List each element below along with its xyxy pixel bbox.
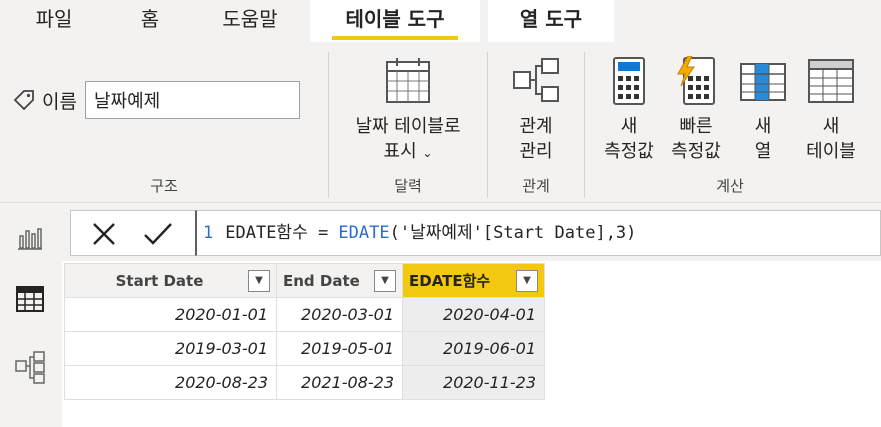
quick-measure-icon	[677, 56, 715, 105]
tab-help[interactable]: 도움말	[200, 0, 300, 42]
new-table-label: 새	[822, 116, 840, 137]
filter-dropdown-icon[interactable]: ▼	[374, 269, 396, 292]
calculator-icon	[613, 57, 645, 105]
formula-commit-controls	[70, 210, 195, 256]
new-column-button[interactable]: 새 열	[735, 56, 791, 164]
group-label-calculations: 계산	[716, 177, 744, 195]
manage-relationships-label: 관계	[519, 116, 553, 137]
cell-start-date[interactable]: 2019-03-01	[64, 331, 277, 366]
report-view-button[interactable]	[12, 219, 48, 255]
new-measure-label: 새	[620, 116, 638, 137]
ribbon: 이름 구조 날짜 테이블로 표시 ⌄ 달력	[0, 42, 881, 203]
table-row: 2020-08-23 2021-08-23 2020-11-23	[64, 365, 545, 400]
active-tab-indicator	[332, 36, 458, 40]
tab-home[interactable]: 홈	[120, 0, 180, 42]
new-table-label-2: 테이블	[806, 141, 856, 162]
manage-relationships-label-2: 관리	[519, 141, 553, 162]
new-measure-button[interactable]: 새 측정값	[597, 56, 661, 164]
tab-table-tools[interactable]: 테이블 도구	[310, 0, 480, 42]
mark-as-date-table-label-2: 표시 ⌄	[383, 141, 433, 162]
formula-line-number: 1	[203, 223, 214, 243]
new-measure-label-2: 측정값	[604, 141, 654, 162]
calendar-icon	[386, 58, 430, 103]
table-row: 2020-01-01 2020-03-01 2020-04-01	[64, 297, 545, 332]
column-header-start-date[interactable]: Start Date ▼	[64, 263, 277, 298]
formula-bar: 1 EDATE함수 = EDATE('날짜예제'[Start Date],3)	[62, 203, 881, 261]
new-column-icon	[740, 63, 786, 101]
model-view-icon	[15, 351, 45, 384]
model-view-button[interactable]	[12, 349, 48, 385]
column-header-label: End Date	[283, 271, 360, 290]
manage-relationships-button[interactable]: 관계 관리	[496, 56, 576, 164]
column-header-label: EDATE함수	[409, 272, 491, 290]
new-table-button[interactable]: 새 테이블	[797, 56, 865, 164]
view-rail	[0, 203, 62, 427]
name-row: 이름	[12, 80, 300, 120]
new-column-label: 새	[754, 116, 772, 137]
tab-table-tools-label: 테이블 도구	[345, 7, 445, 31]
mark-as-date-table-label: 날짜 테이블로	[355, 116, 461, 137]
filter-dropdown-icon[interactable]: ▼	[516, 269, 538, 292]
name-label: 이름	[42, 90, 77, 113]
new-column-label-2: 열	[754, 141, 772, 162]
group-calculations: 새 측정값 빠른 측정값 새 열 새 테이블 계산	[585, 50, 875, 200]
cell-end-date[interactable]: 2020-03-01	[276, 297, 403, 332]
quick-measure-label: 빠른	[679, 116, 713, 137]
header-row: Start Date ▼ End Date ▼ EDATE함수 ▼	[64, 263, 545, 298]
cell-start-date[interactable]: 2020-01-01	[64, 297, 277, 332]
formula-input[interactable]: 1 EDATE함수 = EDATE('날짜예제'[Start Date],3)	[195, 210, 881, 256]
close-icon[interactable]	[91, 221, 117, 247]
cell-edate[interactable]: 2020-04-01	[402, 297, 545, 332]
filter-dropdown-icon[interactable]: ▼	[248, 269, 270, 292]
data-view-button[interactable]	[12, 281, 48, 317]
quick-measure-button[interactable]: 빠른 측정값	[663, 56, 729, 164]
tag-icon	[13, 90, 34, 111]
data-grid-area: Start Date ▼ End Date ▼ EDATE함수 ▼ 2020-01-0…	[62, 261, 881, 427]
table-grid-icon	[16, 286, 44, 312]
quick-measure-label-2: 측정값	[671, 141, 721, 162]
group-label-structure: 구조	[150, 177, 178, 195]
ribbon-tabs: 파일 홈 도움말 테이블 도구 열 도구	[0, 0, 881, 44]
group-label-calendar: 달력	[394, 177, 422, 195]
cell-edate[interactable]: 2020-11-23	[402, 365, 545, 400]
group-label-relationships: 관계	[522, 177, 550, 195]
new-table-icon	[808, 59, 854, 103]
cell-start-date[interactable]: 2020-08-23	[64, 365, 277, 400]
mark-as-date-table-button[interactable]: 날짜 테이블로 표시 ⌄	[335, 56, 481, 166]
group-structure: 이름 구조	[0, 50, 328, 200]
relationships-icon	[513, 58, 559, 102]
column-header-edate[interactable]: EDATE함수 ▼	[402, 263, 545, 298]
formula-lhs: EDATE함수 =	[225, 223, 339, 243]
report-view-icon	[18, 228, 42, 250]
cell-end-date[interactable]: 2019-05-01	[276, 331, 403, 366]
tab-column-tools[interactable]: 열 도구	[488, 0, 614, 42]
cell-end-date[interactable]: 2021-08-23	[276, 365, 403, 400]
formula-args: ('날짜예제'[Start Date],3)	[389, 223, 637, 243]
group-relationships: 관계 관리 관계	[488, 50, 584, 200]
table-name-input[interactable]	[84, 81, 300, 119]
data-table: Start Date ▼ End Date ▼ EDATE함수 ▼ 2020-01-0…	[64, 263, 545, 400]
group-calendar: 날짜 테이블로 표시 ⌄ 달력	[329, 50, 487, 200]
checkmark-icon[interactable]	[143, 221, 173, 247]
formula-function: EDATE	[338, 223, 390, 243]
chevron-down-icon: ⌄	[422, 146, 433, 160]
column-header-end-date[interactable]: End Date ▼	[276, 263, 403, 298]
cell-edate[interactable]: 2019-06-01	[402, 331, 545, 366]
tab-file[interactable]: 파일	[14, 0, 94, 42]
table-row: 2019-03-01 2019-05-01 2019-06-01	[64, 331, 545, 366]
column-header-label: Start Date	[115, 271, 204, 290]
